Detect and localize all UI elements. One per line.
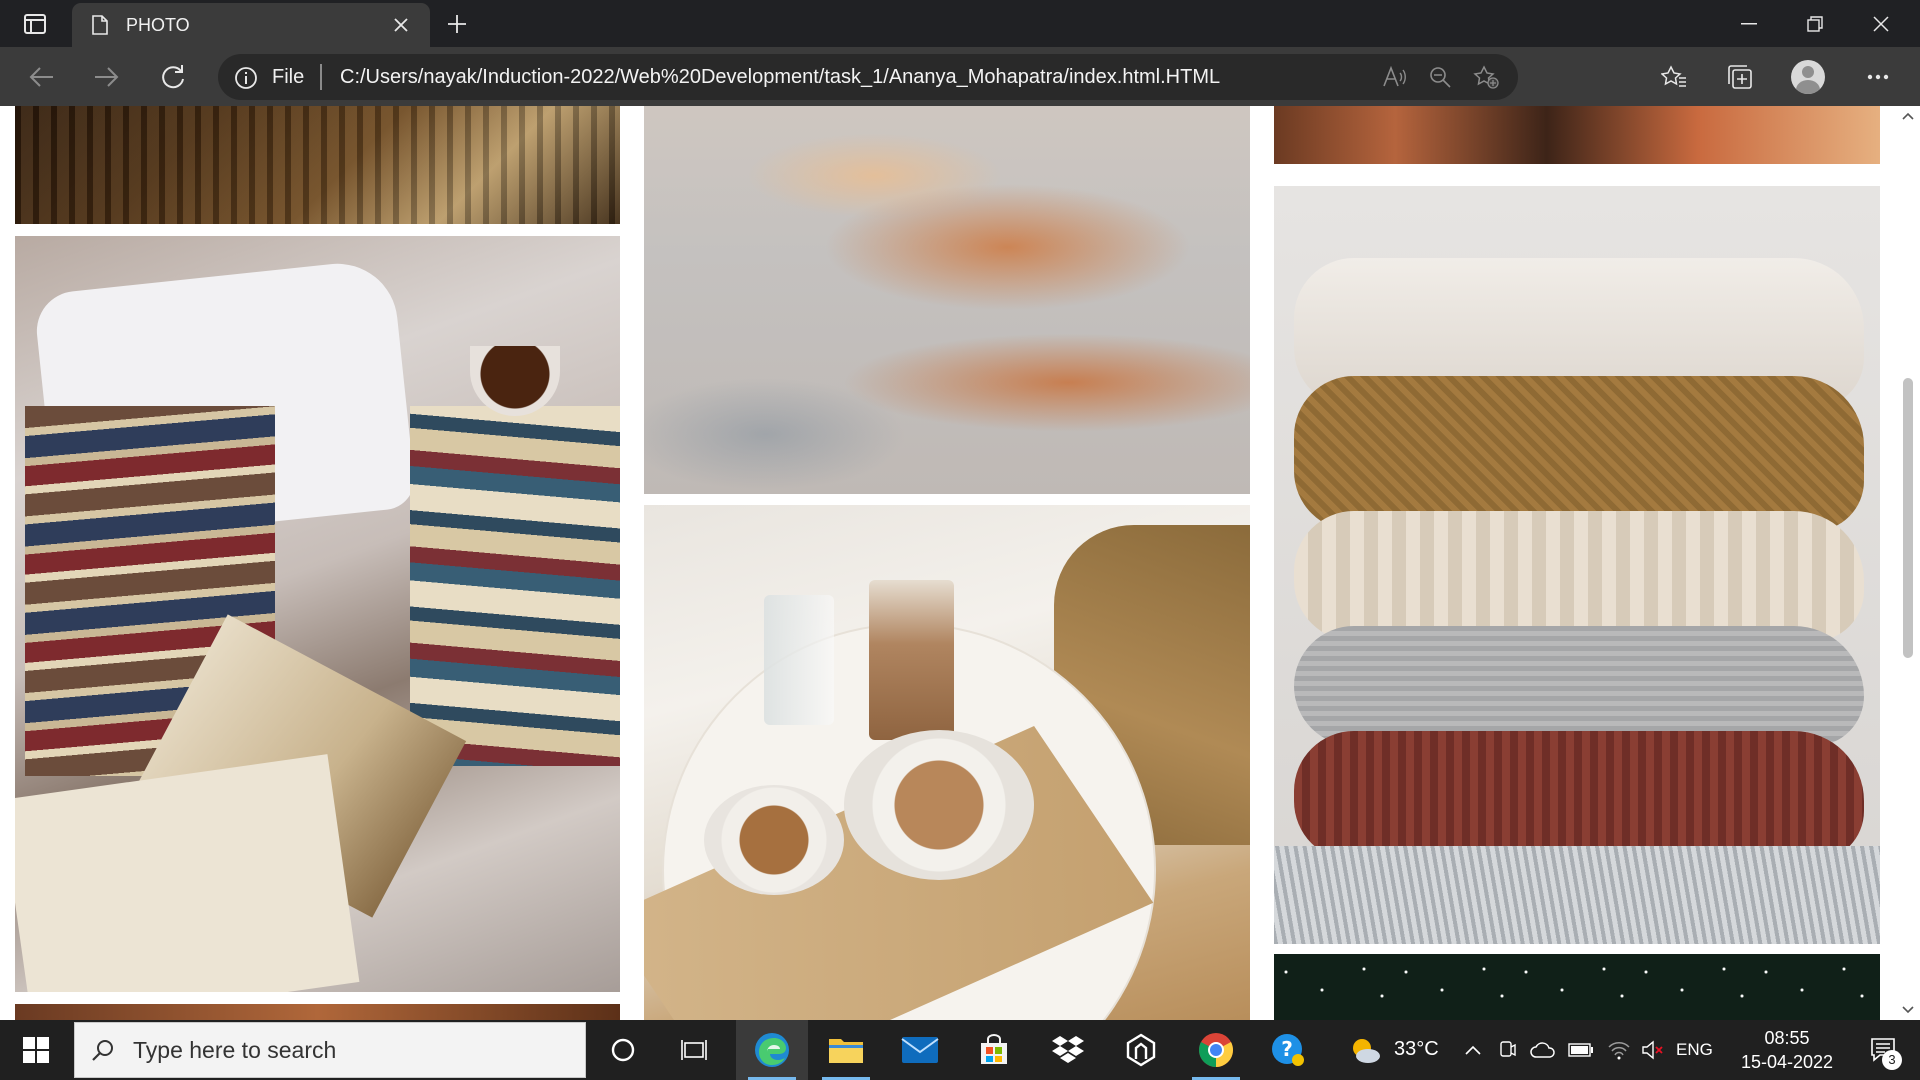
show-hidden-icons-icon[interactable]	[1458, 1020, 1488, 1080]
scroll-up-icon[interactable]	[1902, 110, 1914, 122]
browser-tab[interactable]: PHOTO	[72, 3, 430, 47]
taskbar-search-box[interactable]: Type here to search	[74, 1022, 586, 1078]
read-aloud-icon[interactable]	[1380, 63, 1408, 91]
taskbar-help[interactable]: ?	[1252, 1020, 1324, 1080]
page-document-icon	[90, 14, 110, 36]
back-button[interactable]	[22, 57, 62, 97]
onedrive-icon[interactable]	[1526, 1020, 1560, 1080]
notifications-button[interactable]: 3	[1852, 1020, 1916, 1080]
scroll-down-icon[interactable]	[1902, 1004, 1914, 1016]
volume-muted-icon[interactable]	[1636, 1020, 1670, 1080]
task-view-button[interactable]	[659, 1020, 731, 1080]
taskbar-file-explorer[interactable]	[810, 1020, 882, 1080]
taskbar: Type here to search ? 33°C ENG 08:55 15-…	[0, 1020, 1920, 1080]
tab-title: PHOTO	[126, 14, 190, 35]
mail-icon	[901, 1037, 939, 1063]
photo-bookshelf	[15, 106, 620, 224]
taskbar-store[interactable]	[958, 1020, 1030, 1080]
tab-actions-icon[interactable]	[18, 10, 52, 38]
start-button[interactable]	[0, 1020, 72, 1080]
dropbox-icon	[1052, 1036, 1084, 1063]
photo-cafe-coffee	[644, 505, 1250, 1020]
collections-icon[interactable]	[1720, 57, 1760, 97]
address-divider	[320, 64, 322, 90]
cortana-button[interactable]	[587, 1020, 659, 1080]
windows-logo-icon	[23, 1037, 49, 1063]
restore-button[interactable]	[1782, 0, 1848, 47]
photo-potted-plants	[1274, 106, 1880, 164]
wifi-icon[interactable]	[1602, 1020, 1636, 1080]
minimize-button[interactable]	[1716, 0, 1782, 47]
input-language[interactable]: ENG	[1676, 1040, 1713, 1060]
taskbar-app[interactable]	[1105, 1020, 1177, 1080]
weather-temperature[interactable]: 33°C	[1394, 1038, 1439, 1061]
photo-starry-night	[1274, 954, 1880, 1020]
favorites-icon[interactable]	[1654, 57, 1694, 97]
task-view-icon	[681, 1040, 707, 1060]
browser-toolbar: File C:/Users/nayak/Induction-2022/Web%2…	[0, 47, 1920, 106]
cortana-icon	[611, 1038, 635, 1062]
page-content	[0, 106, 1896, 1020]
browser-tab-bar: PHOTO	[0, 0, 1920, 47]
search-icon	[91, 1038, 115, 1062]
page-scrollbar[interactable]	[1896, 106, 1920, 1020]
clock[interactable]: 08:55 15-04-2022	[1732, 1026, 1842, 1074]
meet-now-icon[interactable]	[1492, 1020, 1522, 1080]
chrome-icon	[1199, 1033, 1233, 1067]
taskbar-mail[interactable]	[884, 1020, 956, 1080]
scrollbar-thumb[interactable]	[1903, 378, 1913, 658]
site-info-icon[interactable]	[234, 66, 258, 90]
url-text[interactable]: C:/Users/nayak/Induction-2022/Web%20Deve…	[340, 66, 1220, 89]
profile-avatar[interactable]	[1788, 57, 1828, 97]
taskbar-dropbox[interactable]	[1032, 1020, 1104, 1080]
clock-date: 15-04-2022	[1740, 1052, 1834, 1072]
zoom-out-icon[interactable]	[1426, 63, 1454, 91]
weather-icon[interactable]	[1340, 1020, 1390, 1080]
scheme-label: File	[272, 66, 305, 88]
clock-time: 08:55	[1764, 1028, 1810, 1048]
store-icon	[981, 1034, 1007, 1064]
help-icon: ?	[1272, 1034, 1304, 1066]
close-window-button[interactable]	[1848, 0, 1914, 47]
app-icon	[1126, 1033, 1156, 1067]
tab-close-icon[interactable]	[386, 10, 416, 40]
folder-icon	[829, 1039, 863, 1063]
forward-button[interactable]	[86, 57, 126, 97]
search-placeholder: Type here to search	[133, 1036, 337, 1063]
svg-text:?: ?	[1281, 1037, 1293, 1061]
taskbar-edge[interactable]	[736, 1020, 808, 1080]
address-bar[interactable]: File C:/Users/nayak/Induction-2022/Web%2…	[218, 54, 1518, 100]
photo-books-on-bed	[15, 236, 620, 992]
photo-folded-sweaters	[1274, 186, 1880, 944]
settings-menu-icon[interactable]	[1858, 57, 1898, 97]
battery-icon[interactable]	[1564, 1020, 1598, 1080]
add-favorite-icon[interactable]	[1472, 63, 1500, 91]
taskbar-chrome[interactable]	[1180, 1020, 1252, 1080]
avatar	[1791, 60, 1825, 94]
refresh-button[interactable]	[153, 57, 193, 97]
photo-partial	[15, 1004, 620, 1020]
notification-count-badge: 3	[1882, 1050, 1902, 1070]
new-tab-button[interactable]	[440, 8, 474, 40]
photo-cloudy-sky	[644, 106, 1250, 494]
edge-browser-icon	[755, 1033, 789, 1067]
